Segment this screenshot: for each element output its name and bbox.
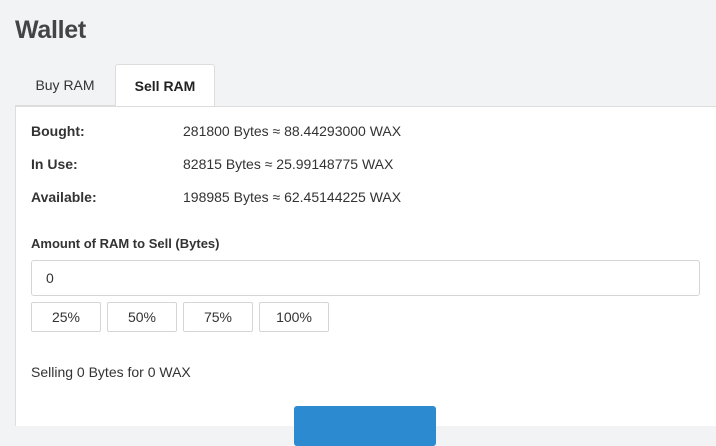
tab-sell-ram[interactable]: Sell RAM [115, 64, 215, 107]
sell-ram-panel: Bought: 281800 Bytes ≈ 88.44293000 WAX I… [15, 106, 716, 446]
in-use-label: In Use: [31, 156, 78, 172]
in-use-value: 82815 Bytes ≈ 25.99148775 WAX [183, 156, 394, 172]
tab-divider [215, 106, 716, 107]
sell-ram-submit-button[interactable] [294, 406, 436, 446]
bought-value: 281800 Bytes ≈ 88.44293000 WAX [183, 123, 402, 139]
percent-100-button[interactable]: 100% [259, 302, 329, 332]
percent-50-button[interactable]: 50% [107, 302, 177, 332]
page-title: Wallet [15, 16, 86, 44]
amount-input[interactable] [31, 260, 700, 296]
percent-25-button[interactable]: 25% [31, 302, 101, 332]
available-value: 198985 Bytes ≈ 62.45144225 WAX [183, 189, 402, 205]
available-label: Available: [31, 189, 97, 205]
tab-buy-ram[interactable]: Buy RAM [15, 64, 115, 106]
sell-summary: Selling 0 Bytes for 0 WAX [31, 364, 191, 380]
percent-buttons: 25% 50% 75% 100% [31, 302, 329, 332]
bought-label: Bought: [31, 123, 85, 139]
amount-label: Amount of RAM to Sell (Bytes) [31, 236, 220, 251]
percent-75-button[interactable]: 75% [183, 302, 253, 332]
ram-tabs: Buy RAM Sell RAM [15, 64, 215, 107]
